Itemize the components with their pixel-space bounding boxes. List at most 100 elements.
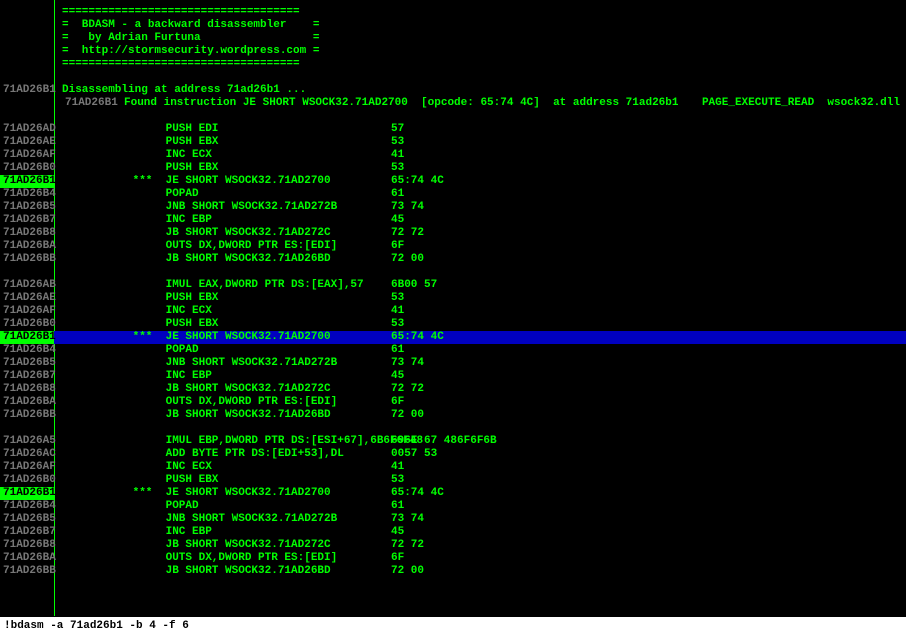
disassembly-message: Disassembling at address 71ad26b1 ... [62, 84, 306, 97]
disassembly-row[interactable]: 71AD26AF INC ECX 41 [0, 149, 906, 162]
instruction-column: PUSH EBX [159, 162, 391, 175]
breakpoint-marker [54, 565, 159, 578]
opcode-bytes-column: 73 74 [391, 513, 906, 526]
address-column: 71AD26BA [0, 240, 54, 253]
command-input-bar[interactable]: !bdasm -a 71ad26b1 -b 4 -f 6 [0, 616, 906, 635]
spacer [0, 71, 906, 84]
disassembly-row[interactable]: 71AD26B7 INC EBP 45 [0, 370, 906, 383]
disassembly-row[interactable]: 71AD26AB IMUL EAX,DWORD PTR DS:[EAX],57 … [0, 279, 906, 292]
address-column: 71AD26B7 [0, 370, 54, 383]
breakpoint-marker: *** [54, 175, 159, 188]
address: 71AD26B1 [0, 84, 54, 97]
breakpoint-marker [54, 305, 159, 318]
address: 71AD26B1 [62, 97, 116, 110]
disassembly-row[interactable]: 71AD26B8 JB SHORT WSOCK32.71AD272C 72 72 [0, 383, 906, 396]
opcode-bytes-column: 53 [391, 292, 906, 305]
disassembly-row[interactable]: 71AD26AC ADD BYTE PTR DS:[EDI+53],DL 005… [0, 448, 906, 461]
banner-line: ==================================== [0, 6, 906, 19]
disassembly-row[interactable]: 71AD26A5 IMUL EBP,DWORD PTR DS:[ESI+67],… [0, 435, 906, 448]
address-column: 71AD26B5 [0, 201, 54, 214]
disassembly-row[interactable]: 71AD26B8 JB SHORT WSOCK32.71AD272C 72 72 [0, 227, 906, 240]
content-area: ==================================== = B… [0, 6, 906, 578]
instruction-column: POPAD [159, 188, 391, 201]
instruction-column: JB SHORT WSOCK32.71AD26BD [159, 253, 391, 266]
disassembly-group: 71AD26AD PUSH EDI 5771AD26AE PUSH EBX 53… [0, 123, 906, 266]
disassembly-row[interactable]: 71AD26BB JB SHORT WSOCK32.71AD26BD 72 00 [0, 565, 906, 578]
disassembly-row[interactable]: 71AD26B5 JNB SHORT WSOCK32.71AD272B 73 7… [0, 357, 906, 370]
opcode-bytes-column: 45 [391, 214, 906, 227]
instruction-column: OUTS DX,DWORD PTR ES:[EDI] [159, 552, 391, 565]
address-column: 71AD26BB [0, 253, 54, 266]
address-column: 71AD26B1 [0, 175, 54, 188]
disassembly-row[interactable]: 71AD26B4 POPAD 61 [0, 500, 906, 513]
instruction-column: PUSH EBX [159, 292, 391, 305]
disassembly-row[interactable]: 71AD26AE PUSH EBX 53 [0, 136, 906, 149]
disassembly-row[interactable]: 71AD26B5 JNB SHORT WSOCK32.71AD272B 73 7… [0, 201, 906, 214]
opcode-bytes-column: 53 [391, 162, 906, 175]
opcode-bytes-column: 6F [391, 396, 906, 409]
instruction-column: PUSH EBX [159, 136, 391, 149]
opcode-bytes-column: 72 00 [391, 409, 906, 422]
breakpoint-marker: *** [54, 487, 159, 500]
address-column: 71AD26AD [0, 123, 54, 136]
banner-line: = BDASM - a backward disassembler = [0, 19, 906, 32]
address-column: 71AD26B7 [0, 214, 54, 227]
instruction-column: JB SHORT WSOCK32.71AD272C [159, 227, 391, 240]
address-column: 71AD26B4 [0, 188, 54, 201]
disassembly-row[interactable]: 71AD26B0 PUSH EBX 53 [0, 474, 906, 487]
address-column: 71AD26B1 [0, 487, 54, 500]
message-line: 71AD26B1 Disassembling at address 71ad26… [0, 84, 906, 97]
disassembly-row[interactable]: 71AD26AE PUSH EBX 53 [0, 292, 906, 305]
disassembly-row[interactable]: 71AD26B7 INC EBP 45 [0, 526, 906, 539]
disassembly-row[interactable]: 71AD26B1*** JE SHORT WSOCK32.71AD2700 65… [0, 331, 906, 344]
breakpoint-marker [54, 227, 159, 240]
banner-text: = by Adrian Furtuna = [0, 32, 319, 45]
breakpoint-marker [54, 357, 159, 370]
opcode-bytes-column: 61 [391, 344, 906, 357]
disassembly-row[interactable]: 71AD26B0 PUSH EBX 53 [0, 162, 906, 175]
address-column: 71AD26AE [0, 292, 54, 305]
address-column: 71AD26B5 [0, 513, 54, 526]
disassembly-row[interactable]: 71AD26BA OUTS DX,DWORD PTR ES:[EDI] 6F [0, 552, 906, 565]
breakpoint-marker [54, 253, 159, 266]
disassembly-row[interactable]: 71AD26BB JB SHORT WSOCK32.71AD26BD 72 00 [0, 409, 906, 422]
disassembly-row[interactable]: 71AD26B5 JNB SHORT WSOCK32.71AD272B 73 7… [0, 513, 906, 526]
opcode-bytes-column: 41 [391, 149, 906, 162]
breakpoint-marker [54, 292, 159, 305]
disassembly-row[interactable]: 71AD26B1*** JE SHORT WSOCK32.71AD2700 65… [0, 175, 906, 188]
breakpoint-marker [54, 162, 159, 175]
disassembly-row[interactable]: 71AD26B7 INC EBP 45 [0, 214, 906, 227]
address-column: 71AD26BA [0, 552, 54, 565]
address-column: 71AD26B8 [0, 383, 54, 396]
instruction-column: IMUL EBP,DWORD PTR DS:[ESI+67],6B6F6F48 [159, 435, 391, 448]
disassembly-row[interactable]: 71AD26B4 POPAD 61 [0, 344, 906, 357]
opcode-bytes-column: 53 [391, 136, 906, 149]
instruction-column: IMUL EAX,DWORD PTR DS:[EAX],57 [159, 279, 391, 292]
disassembly-row[interactable]: 71AD26BA OUTS DX,DWORD PTR ES:[EDI] 6F [0, 240, 906, 253]
breakpoint-marker [54, 435, 159, 448]
instruction-column: JB SHORT WSOCK32.71AD26BD [159, 565, 391, 578]
opcode-bytes-column: 65:74 4C [391, 331, 906, 344]
disassembly-row[interactable]: 71AD26AD PUSH EDI 57 [0, 123, 906, 136]
disassembly-row[interactable]: 71AD26BB JB SHORT WSOCK32.71AD26BD 72 00 [0, 253, 906, 266]
instruction-column: JNB SHORT WSOCK32.71AD272B [159, 357, 391, 370]
breakpoint-marker [54, 526, 159, 539]
disassembly-row[interactable]: 71AD26AF INC ECX 41 [0, 305, 906, 318]
opcode-bytes-column: 53 [391, 474, 906, 487]
banner-text: = BDASM - a backward disassembler = [0, 19, 319, 32]
address-column: 71AD26B7 [0, 526, 54, 539]
breakpoint-marker [54, 318, 159, 331]
disassembly-row[interactable]: 71AD26BA OUTS DX,DWORD PTR ES:[EDI] 6F [0, 396, 906, 409]
opcode-bytes-column: 6F [391, 552, 906, 565]
breakpoint-marker [54, 409, 159, 422]
disassembly-row[interactable]: 71AD26B1*** JE SHORT WSOCK32.71AD2700 65… [0, 487, 906, 500]
opcode-bytes-column: 45 [391, 526, 906, 539]
disassembly-row[interactable]: 71AD26B4 POPAD 61 [0, 188, 906, 201]
breakpoint-marker [54, 396, 159, 409]
disassembly-row[interactable]: 71AD26B0 PUSH EBX 53 [0, 318, 906, 331]
address-column: 71AD26B4 [0, 500, 54, 513]
opcode-bytes-column: 72 72 [391, 539, 906, 552]
disassembly-row[interactable]: 71AD26AF INC ECX 41 [0, 461, 906, 474]
disassembly-row[interactable]: 71AD26B8 JB SHORT WSOCK32.71AD272C 72 72 [0, 539, 906, 552]
breakpoint-marker [54, 344, 159, 357]
